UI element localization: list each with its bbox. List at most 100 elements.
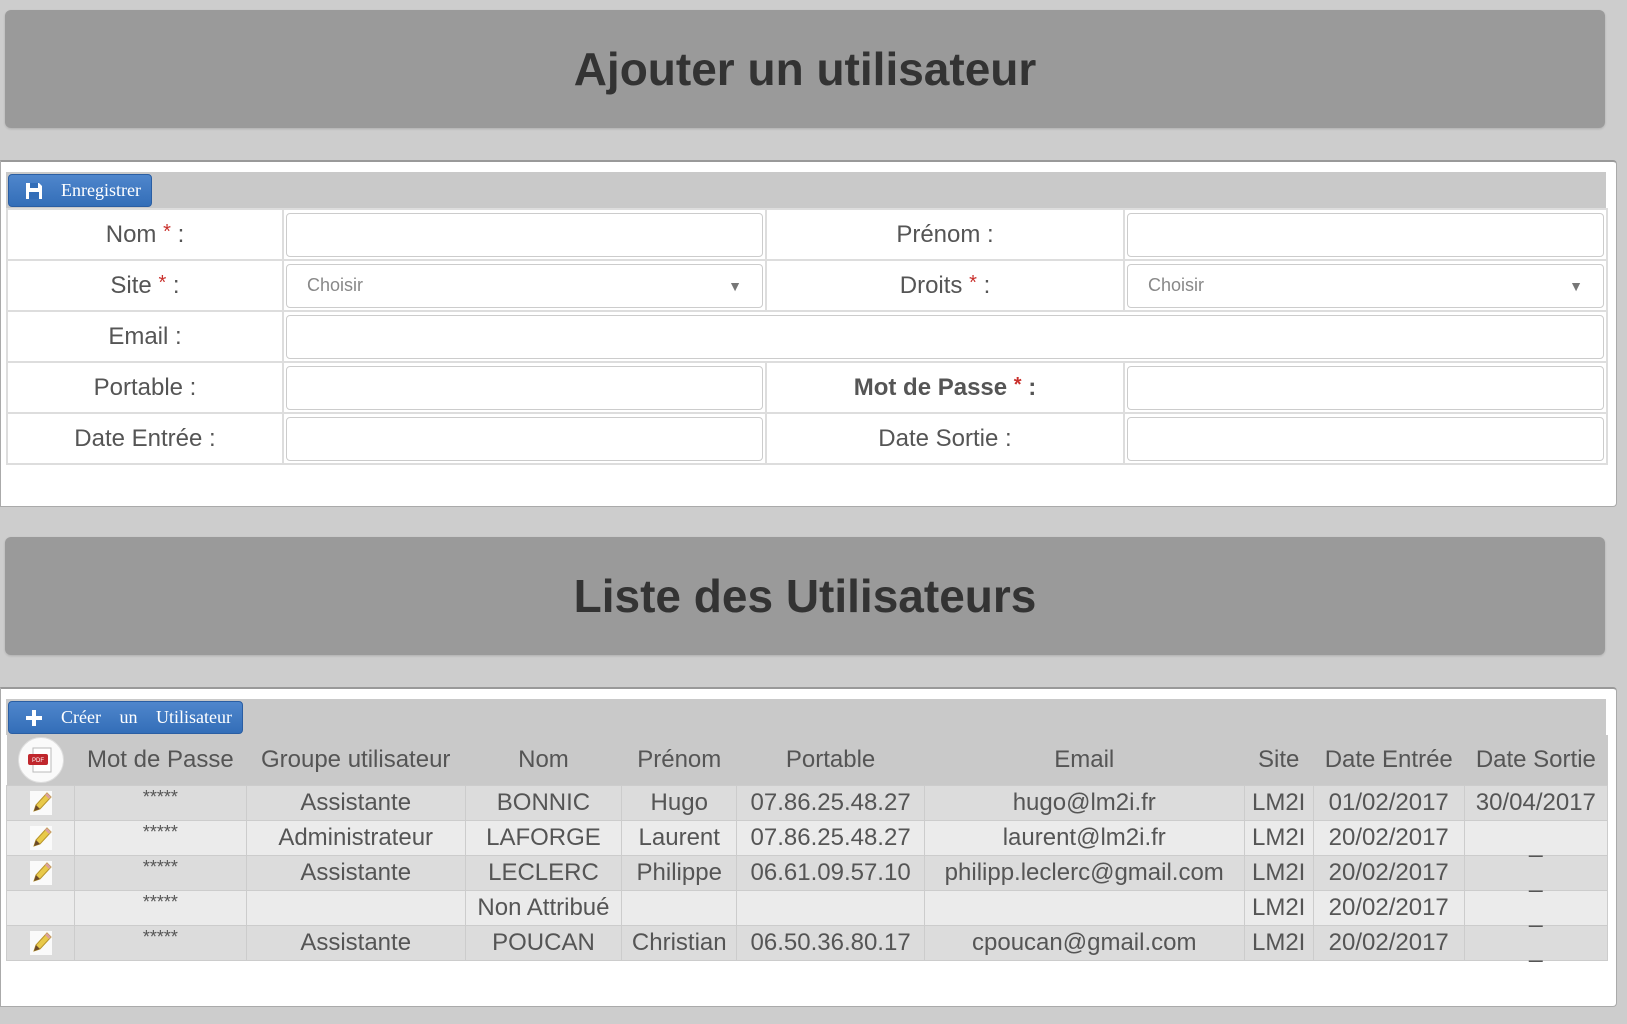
site-select-value: Choisir — [307, 275, 364, 295]
column-header[interactable]: Portable — [736, 735, 925, 785]
column-header[interactable]: Groupe utilisateur — [246, 735, 466, 785]
column-header[interactable]: Date Sortie — [1464, 735, 1608, 785]
edit-cell — [6, 819, 75, 856]
prenom-cell — [621, 889, 738, 926]
portable-cell — [736, 889, 925, 926]
group-cell: Administrateur — [245, 819, 466, 856]
dropdown-arrow-icon: ▼ — [1569, 277, 1583, 294]
prenom-input[interactable] — [1127, 212, 1604, 257]
password-cell: ***** — [74, 924, 247, 961]
edit-cell — [6, 854, 75, 891]
email-input[interactable] — [286, 314, 1604, 359]
plus-icon — [25, 709, 43, 727]
date-sortie-cell: _ — [1463, 924, 1609, 961]
column-header[interactable]: Date Entrée — [1313, 735, 1465, 785]
email-cell: philipp.leclerc@gmail.com — [923, 854, 1245, 891]
table-row: ***** Administrateur LAFORGE Laurent 07.… — [6, 819, 1609, 856]
password-cell: ***** — [74, 819, 247, 856]
site-cell: LM2I — [1243, 889, 1314, 926]
site-select[interactable]: Choisir ▼ — [286, 263, 763, 308]
portable-label: Portable : — [6, 361, 284, 414]
nom-cell: POUCAN — [464, 924, 623, 961]
droits-label: Droits * : — [765, 259, 1125, 312]
droits-select-value: Choisir — [1148, 275, 1205, 295]
password-cell: ***** — [74, 889, 247, 926]
form-toolbar: Enregistrer — [6, 172, 1606, 208]
create-user-button[interactable]: Créer un Utilisateur — [8, 701, 243, 734]
email-cell: laurent@lm2i.fr — [923, 819, 1245, 856]
date-entree-cell: 01/02/2017 — [1312, 784, 1465, 821]
column-header[interactable]: Email — [924, 735, 1245, 785]
create-user-button-label: Créer un Utilisateur — [61, 707, 232, 727]
date-sortie-cell: 30/04/2017 — [1463, 784, 1609, 821]
email-cell: hugo@lm2i.fr — [923, 784, 1245, 821]
pdf-export-icon[interactable]: PDF — [17, 736, 64, 783]
date-entree-cell: 20/02/2017 — [1312, 889, 1465, 926]
password-input[interactable] — [1127, 365, 1604, 410]
user-list-header: Liste des Utilisateurs — [5, 537, 1605, 655]
edit-cell — [6, 889, 75, 926]
save-button[interactable]: Enregistrer — [8, 174, 152, 207]
pencil-edit-icon[interactable] — [28, 929, 54, 957]
users-table: PDF Mot de Passe Groupe utilisateur Nom … — [6, 735, 1609, 961]
prenom-label: Prénom : — [765, 208, 1125, 261]
prenom-cell: Philippe — [621, 854, 738, 891]
list-toolbar: Créer un Utilisateur — [6, 699, 1606, 735]
date-entree-label: Date Entrée : — [6, 412, 284, 465]
prenom-cell: Laurent — [621, 819, 738, 856]
edit-cell — [6, 784, 75, 821]
date-entree-cell: 20/02/2017 — [1312, 924, 1465, 961]
email-label: Email : — [6, 310, 284, 363]
date-entree-cell: 20/02/2017 — [1312, 819, 1465, 856]
portable-cell: 06.50.36.80.17 — [736, 924, 925, 961]
save-button-label: Enregistrer — [61, 180, 141, 200]
email-cell — [923, 889, 1245, 926]
pencil-edit-icon[interactable] — [28, 859, 54, 887]
table-row: ***** Non Attribué LM2I 20/02/2017 _ — [6, 889, 1609, 926]
table-row: ***** Assistante BONNIC Hugo 07.86.25.48… — [6, 784, 1609, 821]
droits-select[interactable]: Choisir ▼ — [1127, 263, 1604, 308]
nom-cell: LAFORGE — [464, 819, 623, 856]
nom-cell: LECLERC — [464, 854, 623, 891]
floppy-disk-icon — [25, 182, 43, 200]
prenom-cell: Hugo — [621, 784, 738, 821]
date-sortie-label: Date Sortie : — [765, 412, 1125, 465]
password-cell: ***** — [74, 784, 247, 821]
prenom-cell: Christian — [621, 924, 738, 961]
pencil-edit-icon[interactable] — [28, 824, 54, 852]
date-entree-cell: 20/02/2017 — [1312, 854, 1465, 891]
group-cell: Assistante — [245, 924, 466, 961]
site-cell: LM2I — [1243, 784, 1314, 821]
user-list-panel: Créer un Utilisateur PDF Mot de Passe Gr… — [0, 687, 1617, 1007]
date-entree-input[interactable] — [286, 416, 763, 461]
add-user-title: Ajouter un utilisateur — [573, 43, 1037, 95]
nom-cell: Non Attribué — [464, 889, 623, 926]
table-row: ***** Assistante POUCAN Christian 06.50.… — [6, 924, 1609, 961]
nom-label: Nom * : — [6, 208, 284, 261]
date-sortie-cell: _ — [1463, 854, 1609, 891]
site-cell: LM2I — [1243, 819, 1314, 856]
portable-cell: 06.61.09.57.10 — [736, 854, 925, 891]
site-cell: LM2I — [1243, 854, 1314, 891]
date-sortie-cell: _ — [1463, 819, 1609, 856]
email-cell: cpoucan@gmail.com — [923, 924, 1245, 961]
table-header-row: PDF Mot de Passe Groupe utilisateur Nom … — [6, 735, 1608, 785]
site-cell: LM2I — [1243, 924, 1314, 961]
column-header[interactable]: Mot de Passe — [74, 735, 247, 785]
portable-cell: 07.86.25.48.27 — [736, 784, 925, 821]
column-header[interactable]: Prénom — [621, 735, 737, 785]
password-label: Mot de Passe * : — [765, 361, 1125, 414]
password-cell: ***** — [74, 854, 247, 891]
add-user-panel: Enregistrer Nom * : Prénom : Site * : Ch… — [0, 160, 1617, 507]
nom-input[interactable] — [286, 212, 763, 257]
user-form: Nom * : Prénom : Site * : Choisir ▼ Droit… — [6, 208, 1608, 465]
svg-text:PDF: PDF — [32, 758, 44, 764]
column-header[interactable]: Site — [1244, 735, 1314, 785]
pencil-edit-icon[interactable] — [28, 789, 54, 817]
dropdown-arrow-icon: ▼ — [728, 277, 742, 294]
group-cell: Assistante — [245, 784, 466, 821]
nom-cell: BONNIC — [464, 784, 623, 821]
column-header[interactable]: Nom — [465, 735, 622, 785]
portable-input[interactable] — [286, 365, 763, 410]
date-sortie-input[interactable] — [1127, 416, 1604, 461]
